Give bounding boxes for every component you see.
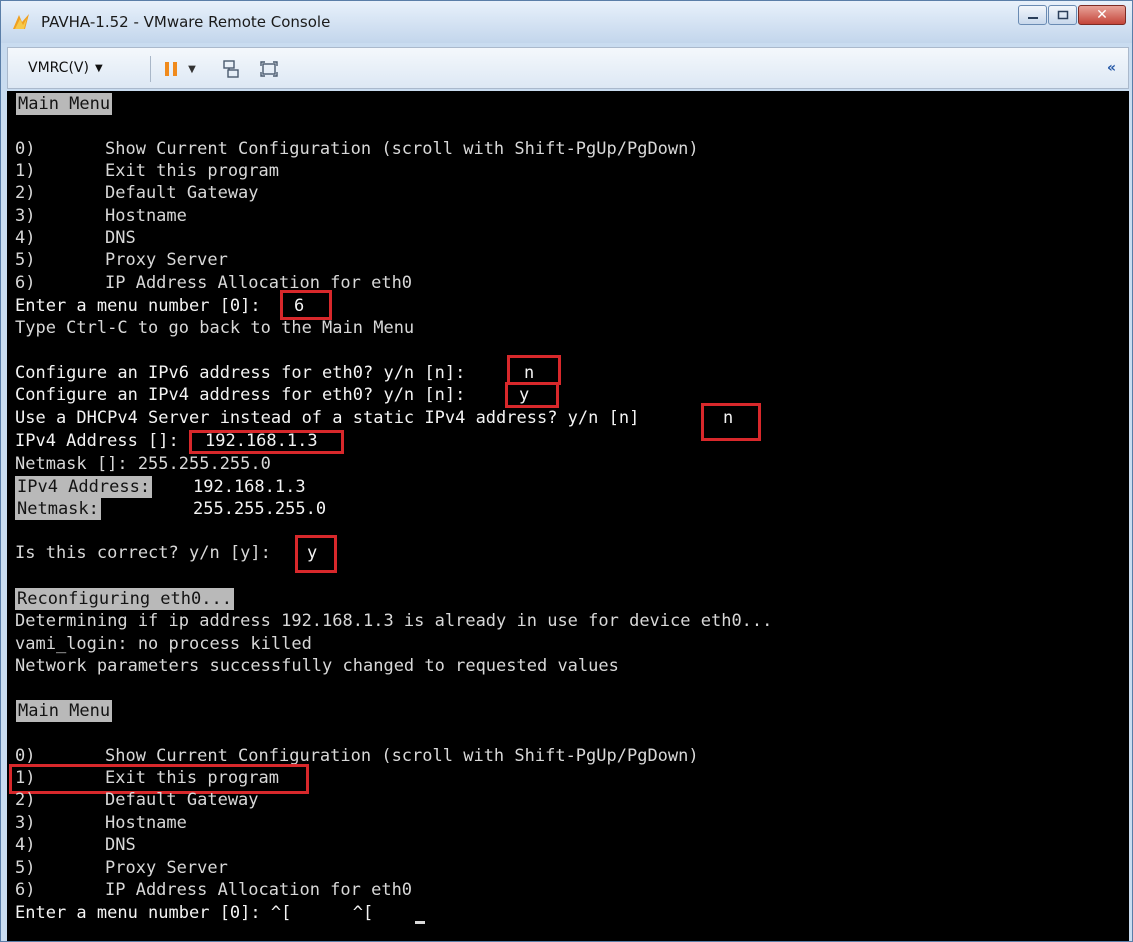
network-changed-line: Network parameters successfully changed … [15, 656, 619, 676]
vmrc-menu-button[interactable]: VMRC(V) ▼ [28, 60, 103, 76]
vami-login-line: vami_login: no process killed [15, 634, 312, 654]
title-bar[interactable]: PAVHA-1.52 - VMware Remote Console ✕ [1, 1, 1132, 43]
dhcp-prompt: Use a DHCPv4 Server instead of a static … [15, 408, 640, 428]
menu-item: 2) Default Gateway [15, 790, 259, 810]
menu-item: 1) Exit this program [15, 161, 279, 181]
ctrl-c-hint: Type Ctrl-C to go back to the Main Menu [15, 318, 415, 338]
menu-item: 4) DNS [15, 228, 136, 248]
vmrc-toolbar: VMRC(V) ▼ ▼ « [7, 47, 1129, 89]
final-menu-prompt[interactable]: Enter a menu number [0]: ^[ ^[ [15, 902, 373, 924]
highlight-box [295, 535, 337, 573]
console-screen[interactable]: Main Menu 0) Show Current Configuration (… [7, 91, 1129, 941]
reconfiguring-status: Reconfiguring eth0... [15, 588, 234, 610]
power-dropdown-icon[interactable]: ▼ [184, 58, 200, 80]
window-controls: ✕ [1017, 5, 1126, 27]
main-menu-header: Main Menu [16, 700, 113, 722]
vmrc-window: PAVHA-1.52 - VMware Remote Console ✕ VMR… [0, 0, 1133, 942]
menu-item: 0) Show Current Configuration (scroll wit… [15, 139, 699, 159]
main-menu-header: Main Menu [16, 93, 113, 115]
fullscreen-icon[interactable] [258, 58, 280, 80]
window-title: PAVHA-1.52 - VMware Remote Console [41, 13, 331, 31]
pause-icon[interactable] [160, 58, 182, 80]
maximize-icon[interactable] [1048, 5, 1077, 25]
send-keys-icon[interactable] [220, 58, 242, 80]
toolbar-divider [150, 56, 151, 82]
highlight-box [280, 290, 332, 320]
menu-item: 6) IP Address Allocation for eth0 [15, 880, 413, 900]
highlight-box [507, 355, 561, 385]
close-icon[interactable]: ✕ [1078, 5, 1126, 25]
menu-item: 5) Proxy Server [15, 858, 228, 878]
menu-item: 3) Hostname [15, 813, 187, 833]
highlight-box [189, 430, 344, 454]
vmware-app-icon [13, 14, 29, 29]
menu-item: 4) DNS [15, 835, 136, 855]
ipv4-address-prompt: IPv4 Address []: [15, 431, 179, 451]
highlight-box [505, 382, 559, 408]
summary-ipv4-label: IPv4 Address: [15, 476, 153, 498]
correct-prompt: Is this correct? y/n [y]: [15, 543, 271, 563]
menu-item: 6) IP Address Allocation for eth0 [15, 273, 413, 293]
summary-netmask-label: Netmask: [15, 498, 101, 520]
determining-line: Determining if ip address 192.168.1.3 is… [15, 611, 773, 631]
menu-item: 2) Default Gateway [15, 183, 259, 203]
text-cursor [415, 921, 425, 924]
summary-ipv4-value: 192.168.1.3 [193, 477, 306, 497]
ipv4-prompt: Configure an IPv4 address for eth0? y/n … [15, 385, 466, 405]
menu-item: 5) Proxy Server [15, 250, 228, 270]
collapse-icon[interactable]: « [1107, 60, 1116, 76]
summary-netmask-value: 255.255.255.0 [193, 499, 327, 519]
minimize-icon[interactable] [1018, 5, 1047, 25]
highlight-box [701, 403, 761, 441]
ipv6-prompt: Configure an IPv6 address for eth0? y/n … [15, 363, 466, 383]
vmrc-menu-label: VMRC(V) [28, 60, 89, 76]
chevron-down-icon: ▼ [94, 62, 103, 74]
netmask-prompt: Netmask []: 255.255.255.0 [15, 454, 271, 474]
enter-menu-prompt: Enter a menu number [0]: [15, 296, 261, 316]
menu-item: 3) Hostname [15, 206, 187, 226]
